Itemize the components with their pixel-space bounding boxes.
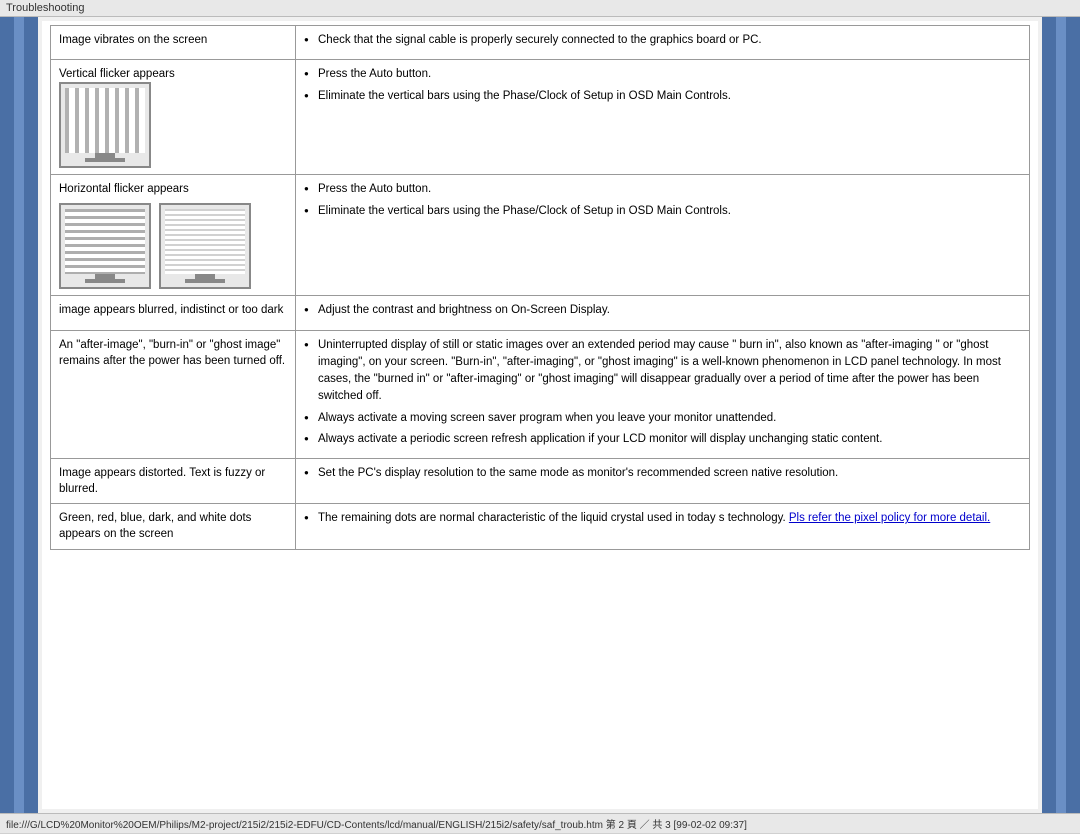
monitor-base xyxy=(85,158,125,162)
problem-cell: Vertical flicker appears xyxy=(51,60,296,175)
solution-cell: Press the Auto button. Eliminate the ver… xyxy=(296,60,1030,175)
top-bar: Troubleshooting xyxy=(0,0,1080,17)
h-lines-visual xyxy=(65,209,145,274)
table-row: Image vibrates on the screen Check that … xyxy=(51,26,1030,60)
bottom-bar: file:///G/LCD%20Monitor%20OEM/Philips/M2… xyxy=(0,813,1080,833)
list-item: Press the Auto button. xyxy=(304,181,1021,198)
h-lines-visual-2 xyxy=(165,209,245,274)
monitor-base xyxy=(85,279,125,283)
left-panel xyxy=(0,17,38,813)
list-item: Check that the signal cable is properly … xyxy=(304,32,1021,49)
solution-cell: Check that the signal cable is properly … xyxy=(296,26,1030,60)
left-panel-inner xyxy=(14,17,24,813)
problem-text: Horizontal flicker appears xyxy=(59,183,189,195)
bottom-bar-url: file:///G/LCD%20Monitor%20OEM/Philips/M2… xyxy=(6,820,747,831)
table-row: Horizontal flicker appears xyxy=(51,175,1030,296)
problem-text: Image vibrates on the screen xyxy=(59,34,207,46)
top-bar-label: Troubleshooting xyxy=(6,2,84,14)
content-area: Image vibrates on the screen Check that … xyxy=(38,17,1042,813)
v-bars-visual xyxy=(65,88,145,153)
problem-cell: Image appears distorted. Text is fuzzy o… xyxy=(51,459,296,504)
list-item: Adjust the contrast and brightness on On… xyxy=(304,302,1021,319)
problem-text: Green, red, blue, dark, and white dots a… xyxy=(59,512,251,540)
monitor-base xyxy=(185,279,225,283)
list-item: Press the Auto button. xyxy=(304,66,1021,83)
table-row: Green, red, blue, dark, and white dots a… xyxy=(51,504,1030,549)
h-flicker-image-2 xyxy=(159,203,251,289)
problem-cell: Image vibrates on the screen xyxy=(51,26,296,60)
solution-cell: Adjust the contrast and brightness on On… xyxy=(296,296,1030,330)
pixel-policy-link[interactable]: Pls refer the pixel policy for more deta… xyxy=(789,512,990,524)
problem-text: Image appears distorted. Text is fuzzy o… xyxy=(59,467,265,495)
solution-cell: Set the PC's display resolution to the s… xyxy=(296,459,1030,504)
problem-cell: image appears blurred, indistinct or too… xyxy=(51,296,296,330)
list-item: The remaining dots are normal characteri… xyxy=(304,510,1021,527)
problem-cell: Horizontal flicker appears xyxy=(51,175,296,296)
list-item: Always activate a moving screen saver pr… xyxy=(304,410,1021,427)
right-panel-inner xyxy=(1056,17,1066,813)
horizontal-flicker-images xyxy=(59,203,287,289)
table-row: image appears blurred, indistinct or too… xyxy=(51,296,1030,330)
h-flicker-image-1 xyxy=(59,203,151,289)
problem-text: Vertical flicker appears xyxy=(59,68,175,80)
list-item: Eliminate the vertical bars using the Ph… xyxy=(304,203,1021,220)
right-panel xyxy=(1042,17,1080,813)
list-item: Uninterrupted display of still or static… xyxy=(304,337,1021,406)
problem-text: image appears blurred, indistinct or too… xyxy=(59,304,283,316)
troubleshoot-table: Image vibrates on the screen Check that … xyxy=(50,25,1030,550)
content-inner: Image vibrates on the screen Check that … xyxy=(42,21,1038,809)
list-item: Set the PC's display resolution to the s… xyxy=(304,465,1021,482)
browser-layout: Image vibrates on the screen Check that … xyxy=(0,17,1080,813)
problem-cell: Green, red, blue, dark, and white dots a… xyxy=(51,504,296,549)
list-item: Eliminate the vertical bars using the Ph… xyxy=(304,88,1021,105)
monitor-screen xyxy=(65,88,145,153)
solution-cell: Uninterrupted display of still or static… xyxy=(296,330,1030,459)
vertical-flicker-image xyxy=(59,82,151,168)
table-row: Image appears distorted. Text is fuzzy o… xyxy=(51,459,1030,504)
monitor-screen xyxy=(65,209,145,274)
table-row: An "after-image", "burn-in" or "ghost im… xyxy=(51,330,1030,459)
problem-text: An "after-image", "burn-in" or "ghost im… xyxy=(59,339,285,367)
monitor-screen xyxy=(165,209,245,274)
solution-cell: The remaining dots are normal characteri… xyxy=(296,504,1030,549)
table-row: Vertical flicker appears xyxy=(51,60,1030,175)
solution-cell: Press the Auto button. Eliminate the ver… xyxy=(296,175,1030,296)
problem-cell: An "after-image", "burn-in" or "ghost im… xyxy=(51,330,296,459)
list-item: Always activate a periodic screen refres… xyxy=(304,431,1021,448)
